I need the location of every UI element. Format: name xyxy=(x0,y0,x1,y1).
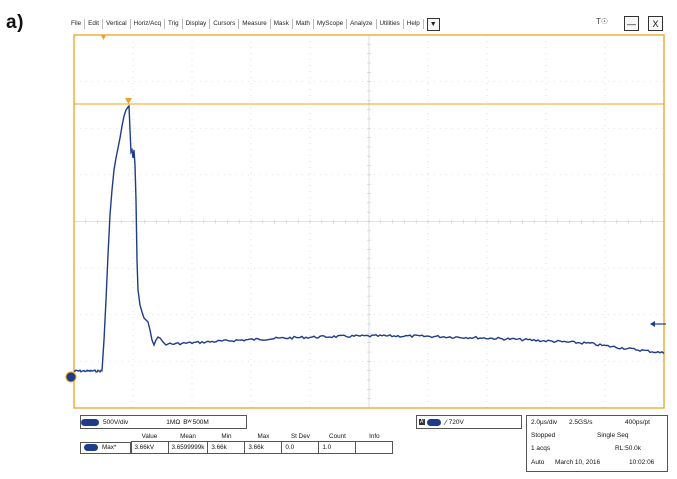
time: 10:02:06 xyxy=(629,459,655,466)
channel1-color-icon xyxy=(81,418,99,426)
header-stdev: St Dev xyxy=(290,432,310,440)
ch1-ground-marker-icon[interactable] xyxy=(65,371,77,383)
acq-count: 1 acqs xyxy=(531,445,551,452)
measurement-mean: 3.6599999k xyxy=(167,441,209,454)
table-row[interactable]: Max* 3.66kV 3.6599999k 3.66k 3.66k 0.0 1… xyxy=(80,441,394,454)
measurement-table: Value Mean Min Max St Dev Count Info Max… xyxy=(80,431,394,454)
measurement-count: 1.0 xyxy=(318,441,357,454)
channel1-bandwidth: 500M xyxy=(192,418,209,426)
trigger-settings[interactable]: A' ∕ 720V xyxy=(416,415,522,429)
header-max: Max xyxy=(257,432,270,440)
header-count: Count xyxy=(329,432,346,440)
acquisition-readout[interactable]: 2.0µs/div 2.5GS/s 400ps/pt Stopped Singl… xyxy=(526,415,668,472)
trigger-source-marker: A' xyxy=(419,419,426,425)
header-mean: Mean xyxy=(180,432,196,440)
header-min: Min xyxy=(221,432,232,440)
graticule xyxy=(73,34,665,409)
header-info: Info xyxy=(369,432,380,440)
measurement-value: 3.66kV xyxy=(130,441,169,454)
waveform-display xyxy=(65,34,666,409)
trigger-level: 720V xyxy=(448,418,464,426)
channel1-scale: 500V/div xyxy=(103,418,129,426)
measure-channel-color-icon xyxy=(84,444,98,451)
channel1-settings[interactable]: 500V/div 1MΩ Bᵂ 500M xyxy=(80,415,247,429)
acq-mode: Single Seq xyxy=(597,432,629,439)
trigger-slope-icon: ∕ xyxy=(445,417,447,427)
trigger-mode: Auto xyxy=(531,459,545,466)
trigger-position-icon[interactable] xyxy=(101,35,106,40)
cursor-marker-icon[interactable] xyxy=(125,98,132,104)
measurement-info xyxy=(355,441,394,454)
resolution: 400ps/pt xyxy=(625,419,650,426)
measurement-min: 3.66k xyxy=(207,441,246,454)
trigger-channel-color-icon xyxy=(427,418,442,426)
bandwidth-icon: Bᵂ xyxy=(183,418,192,426)
header-value: Value xyxy=(141,432,158,440)
measurement-name: Max* xyxy=(102,444,117,451)
date: March 10, 2016 xyxy=(555,459,601,466)
sample-rate: 2.5GS/s xyxy=(569,419,593,426)
measurement-stdev: 0.0 xyxy=(281,441,320,454)
timebase: 2.0µs/div xyxy=(531,419,558,426)
channel1-coupling: 1MΩ xyxy=(166,418,181,426)
measurement-max: 3.66k xyxy=(244,441,283,454)
acq-state: Stopped xyxy=(531,432,556,439)
record-length: RL:50.0k xyxy=(615,445,642,452)
